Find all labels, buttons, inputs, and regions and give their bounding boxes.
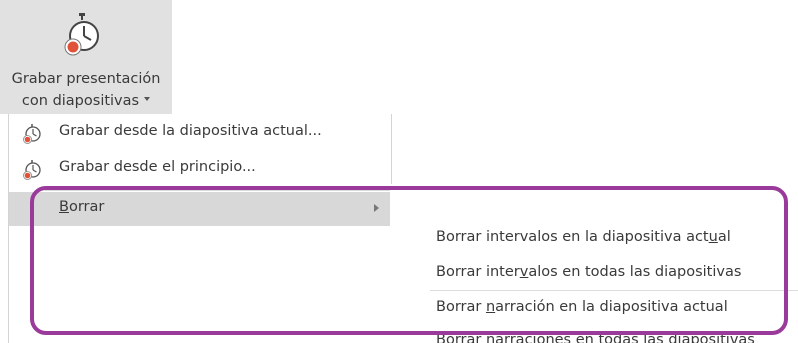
- menu-item-label: Grabar desde la diapositiva actual...: [59, 123, 322, 139]
- dropdown-caret-icon: [144, 97, 151, 101]
- record-stopwatch-icon: [64, 13, 99, 56]
- menu-item-clear[interactable]: Borrar: [9, 192, 391, 226]
- screen: Grabar presentación con diapositivas Gra…: [0, 0, 798, 343]
- submenu-item-clear-timings-all[interactable]: Borrar intervalos en todas las diapositi…: [436, 264, 741, 280]
- ribbon-label-line2: con diapositivas: [0, 91, 172, 111]
- record-dropdown-menu: Grabar desde la diapositiva actual... Gr…: [8, 114, 392, 343]
- submenu-arrow-icon: [374, 204, 379, 212]
- submenu-separator: [430, 290, 798, 291]
- submenu-item-clear-narration-current[interactable]: Borrar narración en la diapositiva actua…: [436, 299, 728, 315]
- submenu-item-clear-timings-current[interactable]: Borrar intervalos en la diapositiva actu…: [436, 229, 731, 245]
- record-slideshow-button[interactable]: Grabar presentación con diapositivas: [0, 0, 172, 114]
- record-stopwatch-icon: [23, 160, 41, 180]
- menu-separator: [45, 190, 391, 191]
- clear-submenu: Borrar intervalos en la diapositiva actu…: [390, 184, 798, 343]
- menu-item-label: Borrar: [59, 199, 105, 215]
- menu-item-label: Grabar desde el principio...: [59, 159, 256, 175]
- menu-item-record-from-beginning[interactable]: Grabar desde el principio...: [9, 152, 391, 186]
- record-stopwatch-icon: [23, 124, 41, 144]
- submenu-item-clear-narration-all[interactable]: Borrar narraciones en todas las diaposit…: [436, 332, 755, 343]
- menu-item-record-from-current[interactable]: Grabar desde la diapositiva actual...: [9, 116, 391, 150]
- ribbon-label-line1: Grabar presentación: [11, 71, 161, 87]
